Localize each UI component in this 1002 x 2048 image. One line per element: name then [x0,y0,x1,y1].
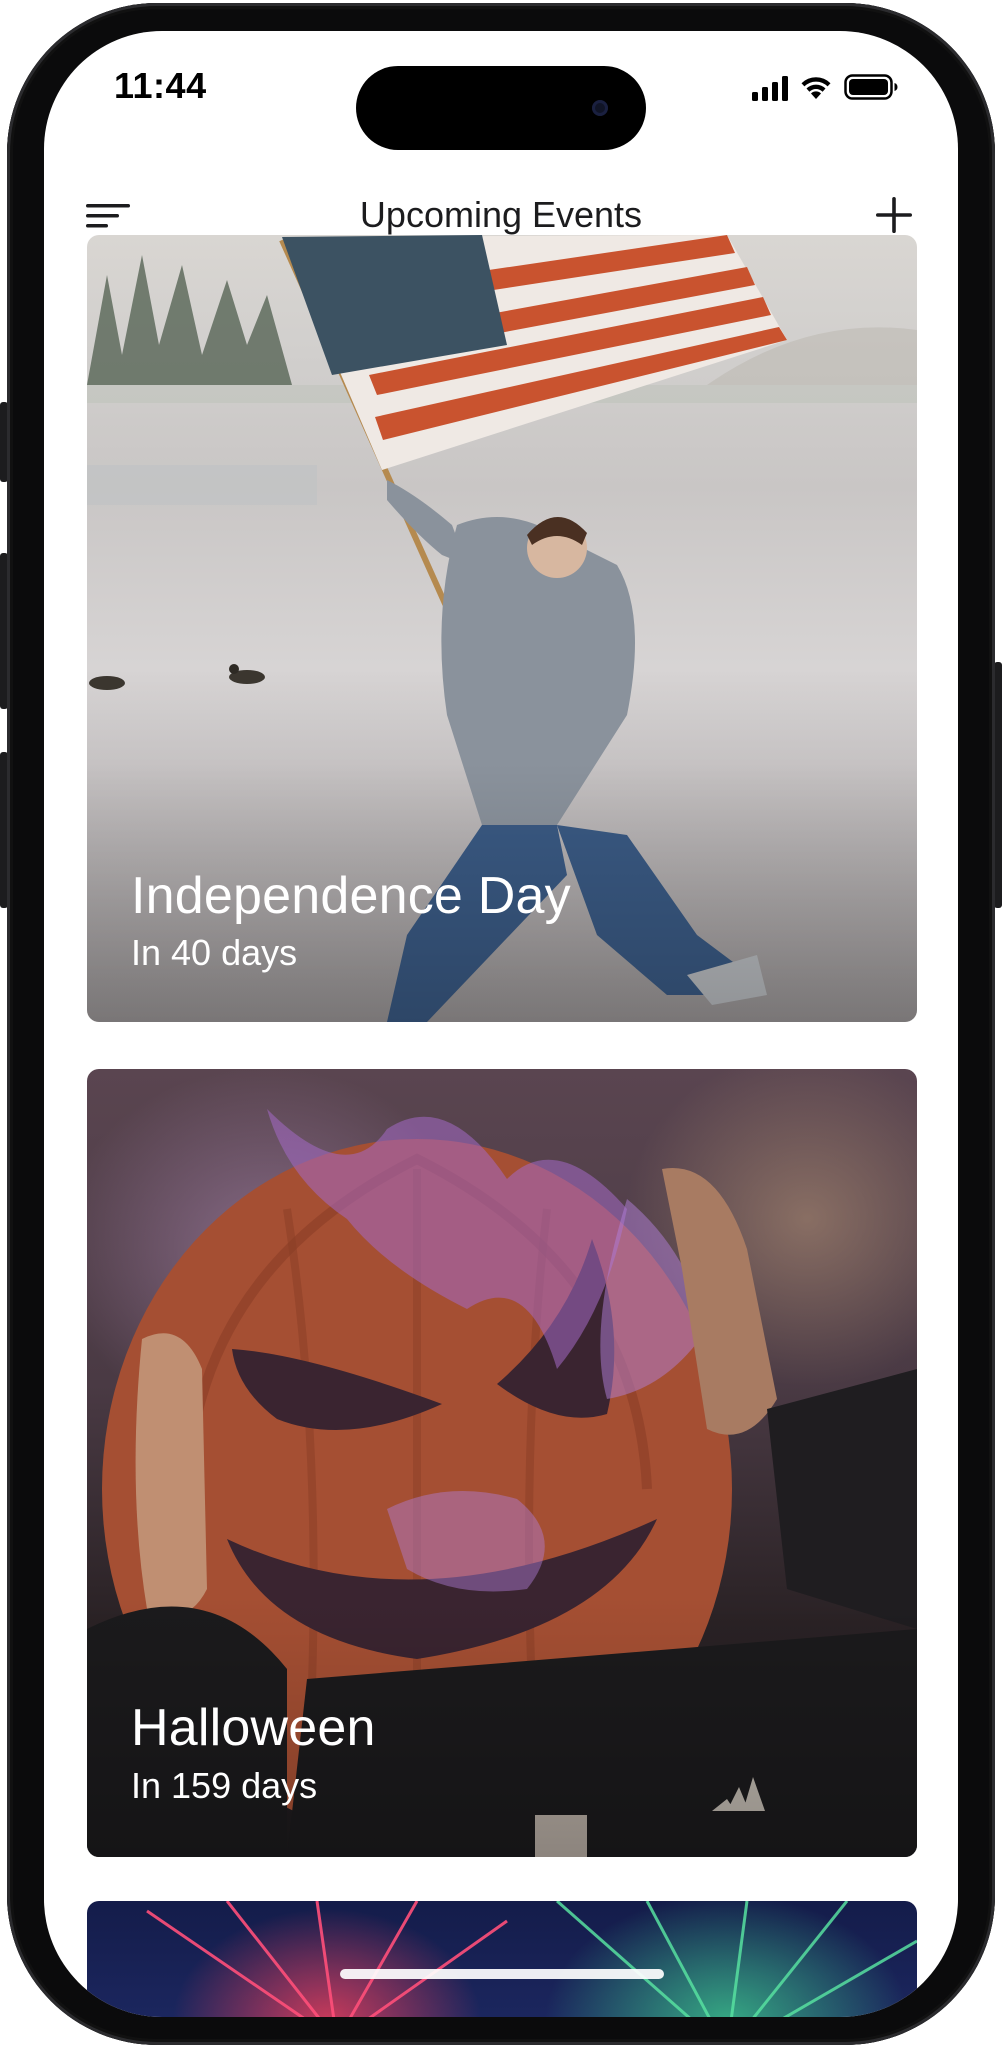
event-card-fireworks[interactable] [87,1901,917,2017]
cellular-signal-icon [752,75,788,101]
event-title: Independence Day [131,867,571,925]
event-countdown: In 159 days [131,1765,318,1806]
page-title: Upcoming Events [359,194,643,235]
event-card-halloween[interactable]: Halloween In 159 days [87,1069,917,1857]
dynamic-island [356,66,646,150]
phone-screen: 11:44 Upcoming Events Independence Day I… [44,31,958,2017]
event-card-independence-day[interactable]: Independence Day In 40 days [87,235,917,1022]
wifi-icon [798,73,834,101]
home-indicator[interactable] [340,1969,664,1979]
status-icons [752,71,900,101]
battery-icon [844,73,900,101]
event-title: Halloween [131,1699,376,1757]
device-mockup: 11:44 Upcoming Events Independence Day I… [0,0,1002,2048]
event-countdown: In 40 days [131,932,298,973]
power-button [994,662,1002,908]
status-time: 11:44 [114,65,207,106]
fireworks-illustration [146,1901,917,2017]
front-camera [592,100,608,116]
plus-icon[interactable] [868,189,920,241]
